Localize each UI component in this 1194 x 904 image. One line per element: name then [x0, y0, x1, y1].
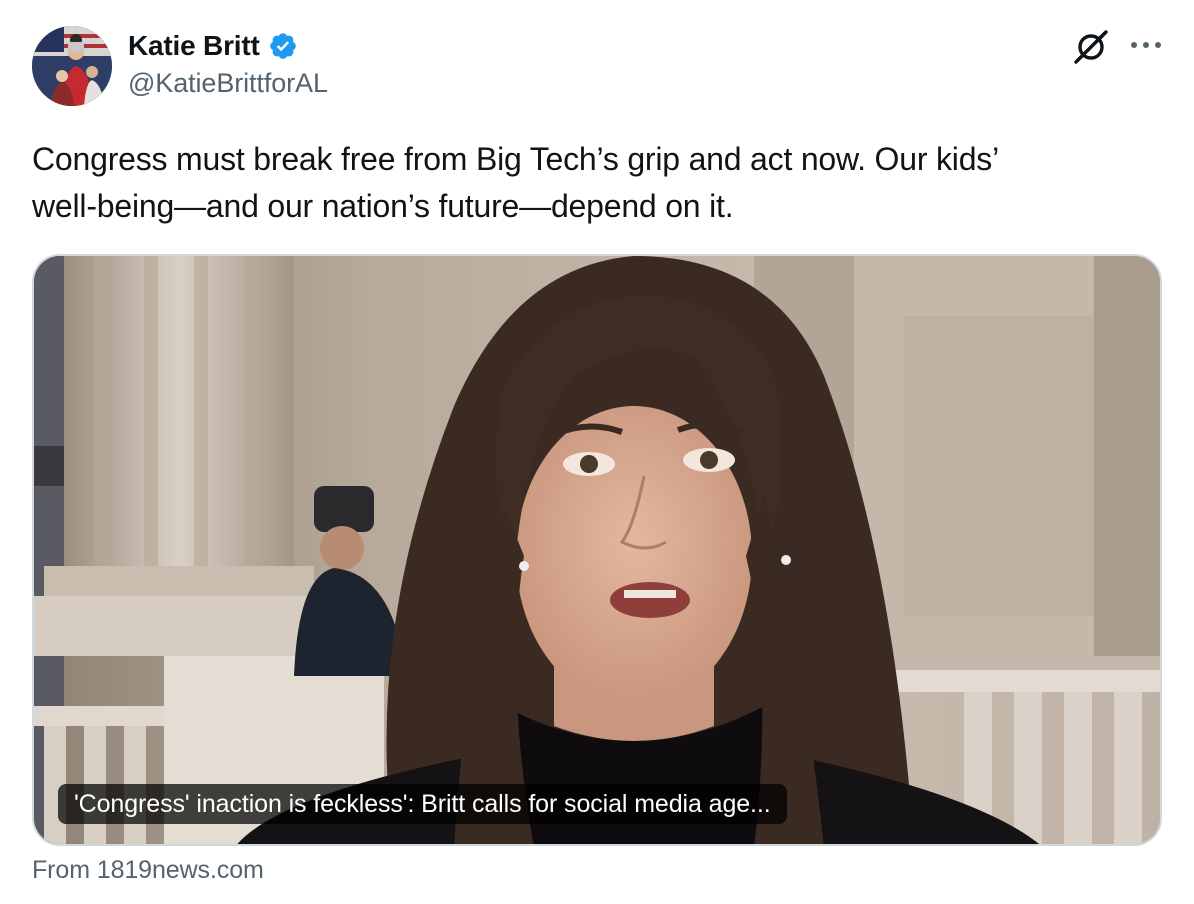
link-source[interactable]: From 1819news.com [32, 856, 264, 885]
link-preview-image [34, 256, 1160, 844]
author-avatar[interactable] [32, 26, 112, 106]
link-preview-card[interactable]: 'Congress' inaction is feckless': Britt … [32, 254, 1162, 846]
author-handle[interactable]: @KatieBrittforAL [128, 68, 328, 99]
author-display-name[interactable]: Katie Britt [128, 30, 260, 62]
tweet-text: Congress must break free from Big Tech’s… [32, 136, 1162, 230]
verified-badge-icon [268, 31, 298, 61]
more-options-icon[interactable] [1128, 30, 1164, 60]
tweet-text-line-1: Congress must break free from Big Tech’s… [32, 141, 999, 177]
tweet-text-line-2: well-being—and our nation’s future—depen… [32, 188, 734, 224]
grok-icon[interactable] [1072, 28, 1110, 66]
author-block: Katie Britt @KatieBrittforAL [128, 28, 328, 99]
name-row: Katie Britt [128, 28, 328, 64]
tweet-card[interactable]: Katie Britt @KatieBrittforAL Congress mu… [0, 0, 1194, 904]
link-preview-caption: 'Congress' inaction is feckless': Britt … [58, 784, 787, 824]
avatar-image [32, 26, 112, 106]
